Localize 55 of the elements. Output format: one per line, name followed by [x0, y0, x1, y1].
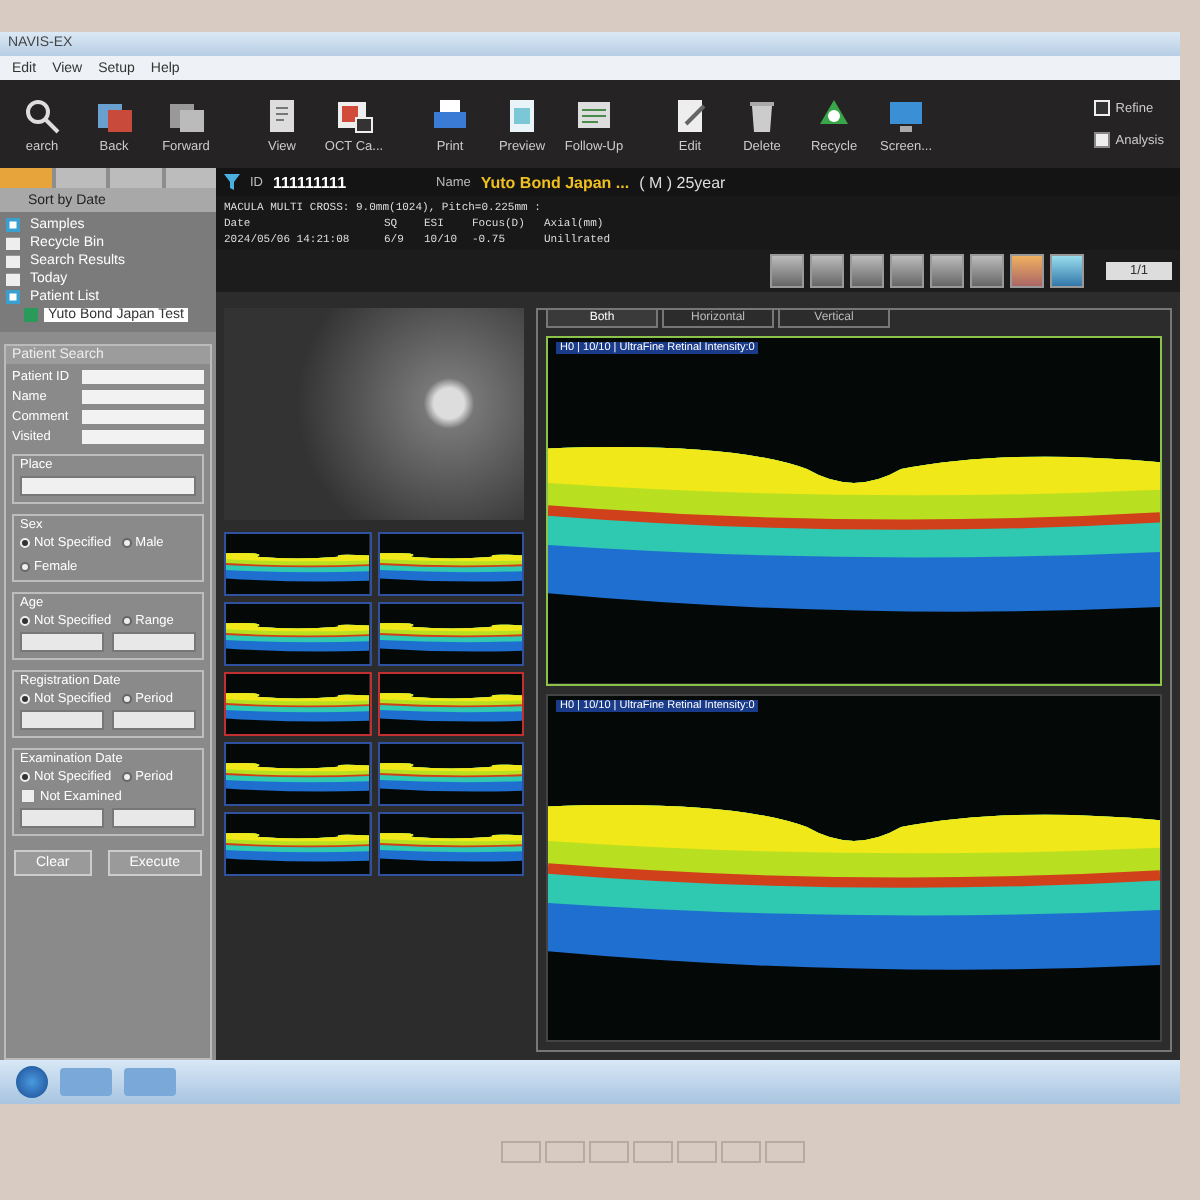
- view-button[interactable]: [929, 254, 964, 288]
- scan-thumbnail[interactable]: [377, 602, 524, 666]
- search-icon: [22, 95, 62, 135]
- patient-id: 111111111: [273, 173, 347, 191]
- scan-thumbnail[interactable]: [224, 812, 371, 876]
- input-field[interactable]: [20, 808, 104, 828]
- scan-thumbnail[interactable]: [377, 812, 524, 876]
- patient-name: Yuto Bond Japan ...: [480, 173, 630, 191]
- dropdown[interactable]: [20, 476, 196, 496]
- scan-thumbnail[interactable]: [224, 532, 371, 596]
- view-button[interactable]: [809, 254, 844, 288]
- oct-scan-image: [226, 674, 369, 734]
- scan-thumbnail[interactable]: [377, 532, 524, 596]
- scan-thumbnail[interactable]: [224, 742, 371, 806]
- input-field[interactable]: [82, 370, 204, 384]
- filter-icon: [224, 174, 240, 190]
- radio-button[interactable]: [121, 772, 132, 782]
- radio-button[interactable]: [121, 616, 132, 626]
- oct-scan-image: [226, 744, 369, 804]
- patient-list-icon: [6, 218, 20, 232]
- radio-button[interactable]: [121, 694, 132, 704]
- input-field[interactable]: [112, 632, 196, 652]
- checkbox[interactable]: [20, 788, 36, 804]
- input-field[interactable]: [112, 710, 196, 730]
- view-button[interactable]: [969, 254, 1004, 288]
- patient-list-icon: [6, 290, 20, 304]
- oct-scan-image: [379, 744, 522, 804]
- scan-thumbnail[interactable]: [377, 742, 524, 806]
- start-button[interactable]: [16, 1066, 48, 1098]
- view-button[interactable]: [1009, 254, 1044, 288]
- input-field[interactable]: [112, 808, 196, 828]
- radio-button[interactable]: [20, 562, 30, 572]
- patient-sex-age: ( M ) 25year: [639, 173, 726, 191]
- view-button[interactable]: [849, 254, 884, 288]
- oct-scan-image: [226, 534, 369, 594]
- checkbox[interactable]: [1093, 132, 1110, 148]
- oct-scan-image: [226, 814, 369, 874]
- oct-scan-image: [379, 534, 522, 594]
- scan-thumbnail[interactable]: [377, 672, 524, 736]
- scan-thumbnail[interactable]: [224, 602, 371, 666]
- oct-scan-image: [379, 814, 522, 874]
- input-field[interactable]: [82, 430, 204, 444]
- input-field[interactable]: [82, 410, 204, 424]
- input-field[interactable]: [20, 710, 104, 730]
- view-button[interactable]: [1049, 254, 1084, 288]
- oct-scan-image: [379, 674, 522, 734]
- radio-button[interactable]: [121, 538, 132, 548]
- oct-scan-image: [379, 604, 522, 664]
- scan-thumbnail[interactable]: [224, 672, 371, 736]
- oct-scan-image: [226, 604, 369, 664]
- view-button[interactable]: [889, 254, 924, 288]
- input-field[interactable]: [20, 632, 104, 652]
- input-field[interactable]: [82, 390, 204, 404]
- patient-icon: [24, 308, 38, 322]
- view-button[interactable]: [769, 254, 804, 288]
